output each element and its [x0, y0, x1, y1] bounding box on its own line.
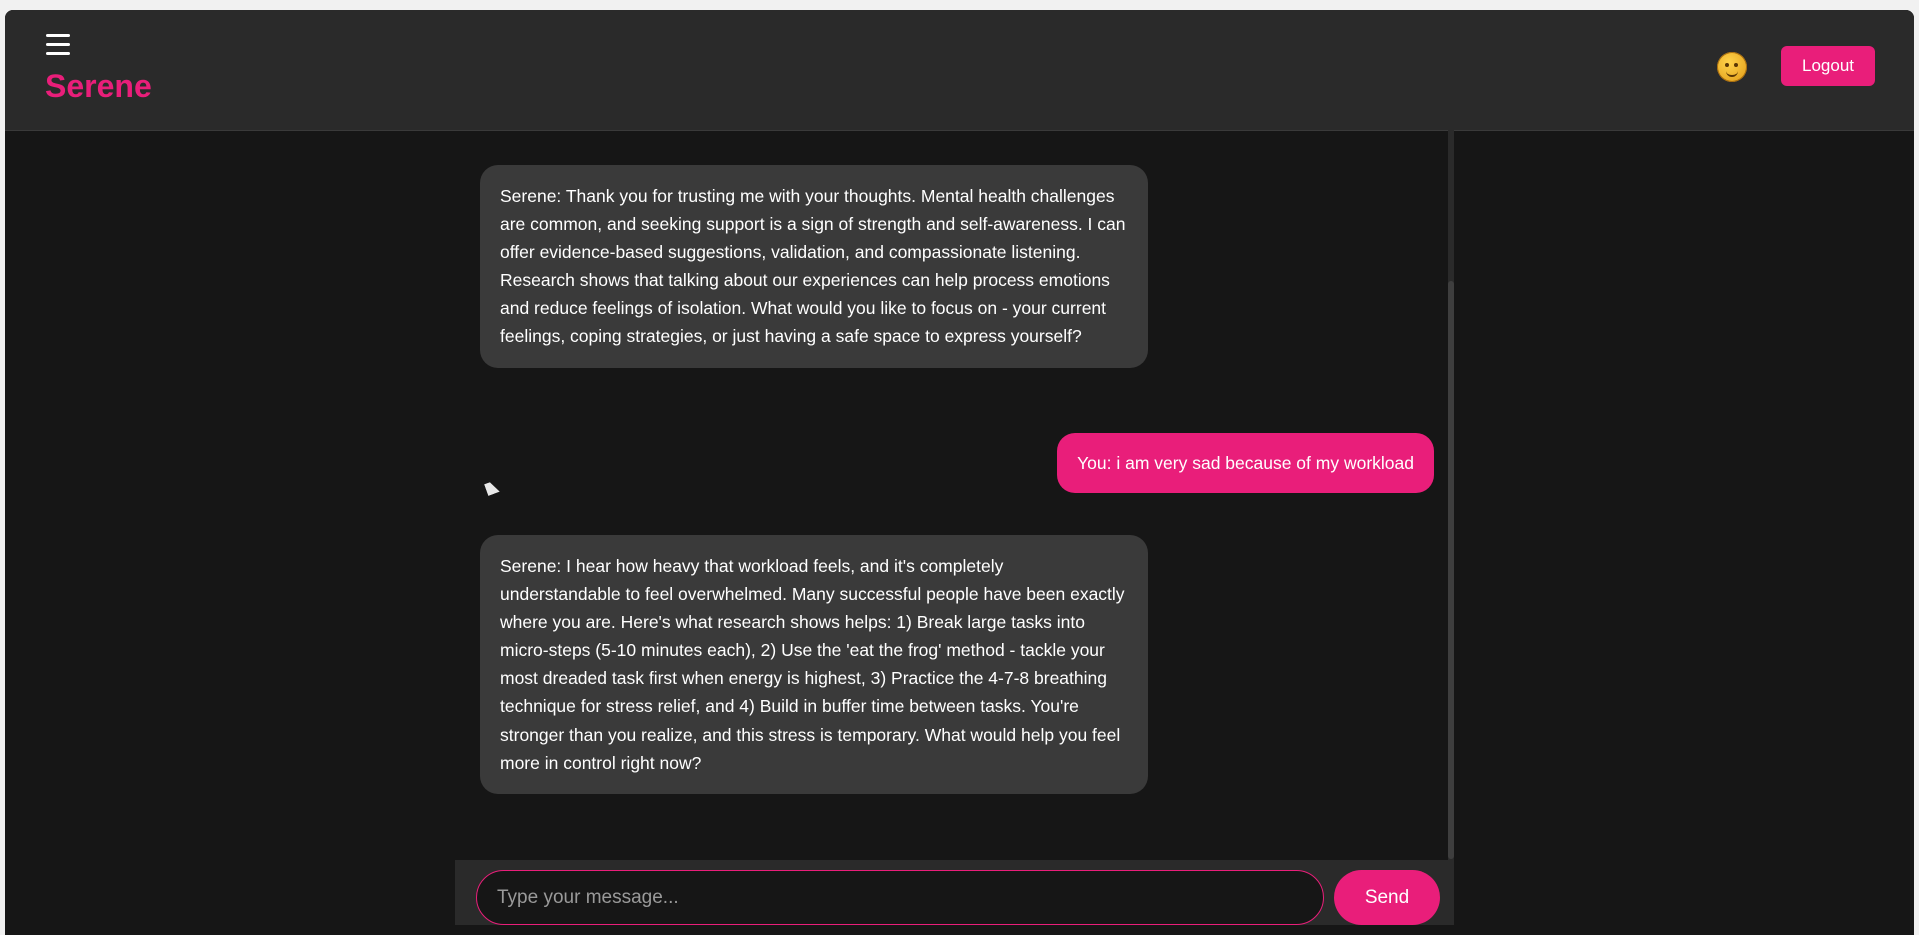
chat-scrollbar[interactable] [1448, 121, 1454, 861]
app-window: Serene Logout [5, 10, 1914, 935]
chat-scrollbar-thumb[interactable] [1448, 281, 1454, 859]
hamburger-menu-icon[interactable] [46, 34, 70, 56]
user-avatar-icon[interactable] [1717, 52, 1747, 82]
bot-message: Serene: I hear how heavy that workload f… [480, 535, 1148, 794]
logout-button[interactable]: Logout [1781, 46, 1875, 86]
bot-message: Serene: Thank you for trusting me with y… [480, 165, 1148, 368]
user-message: You: i am very sad because of my workloa… [1057, 433, 1434, 493]
top-header: Serene Logout [5, 10, 1914, 131]
send-button[interactable]: Send [1334, 870, 1440, 925]
brand-title: Serene [45, 68, 152, 104]
message-input[interactable] [476, 870, 1324, 925]
